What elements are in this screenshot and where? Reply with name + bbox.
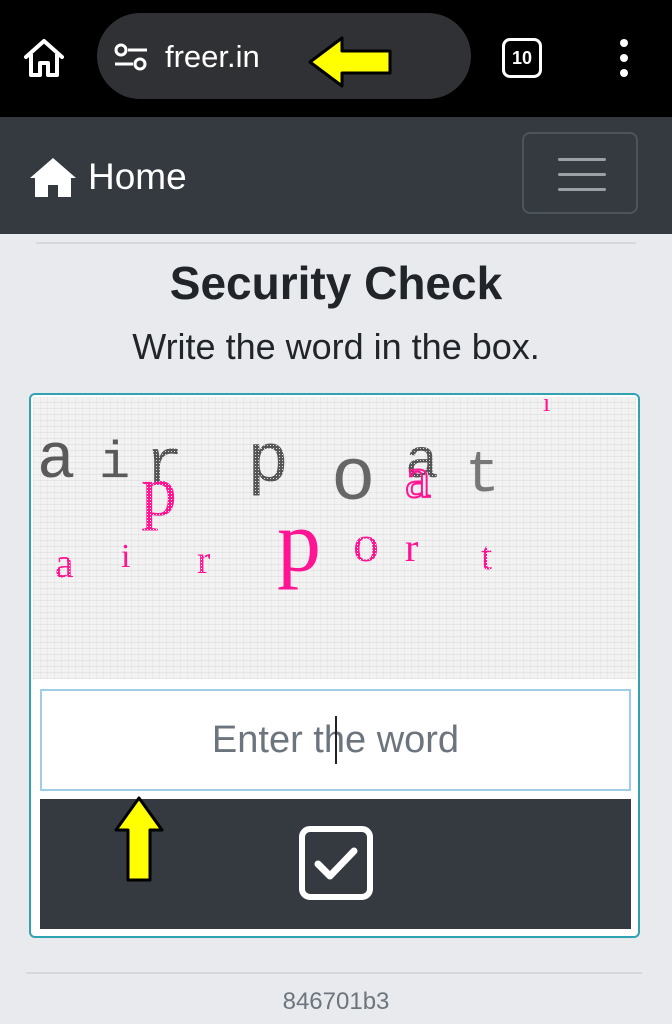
captcha-glyph-o: o bbox=[331, 438, 375, 522]
url-text: freer.in bbox=[165, 39, 260, 74]
captcha-glyph-p: p bbox=[247, 424, 289, 503]
tab-count: 10 bbox=[511, 48, 533, 68]
captcha-glyph-i-bottom: i bbox=[121, 538, 130, 575]
navbar-toggler-button[interactable] bbox=[522, 132, 638, 214]
arrow-icon bbox=[308, 36, 392, 88]
captcha-glyph-a-pink: a bbox=[405, 445, 431, 510]
page-title: Security Check bbox=[169, 257, 503, 309]
captcha-glyph-r2-bottom: r bbox=[405, 525, 418, 570]
arrow-icon bbox=[114, 796, 164, 882]
browser-home-button[interactable] bbox=[22, 36, 66, 80]
site-navbar: Home bbox=[0, 117, 672, 234]
captcha-image: a i r p o a t p a a i r p o r t ı bbox=[33, 395, 636, 679]
captcha-glyph-i: i bbox=[99, 434, 130, 493]
captcha-glyph-r-bottom: r bbox=[197, 537, 210, 582]
nav-home-label: Home bbox=[88, 156, 187, 197]
captcha-glyph-a: a bbox=[37, 425, 75, 497]
divider bbox=[36, 242, 636, 244]
nav-home-link[interactable]: Home bbox=[28, 153, 187, 201]
captcha-glyph-extra: ı bbox=[543, 397, 550, 417]
home-solid-icon bbox=[30, 158, 76, 197]
captcha-glyph-o-bottom: o bbox=[353, 516, 379, 573]
captcha-glyph-p-pink: p bbox=[141, 451, 177, 531]
captcha-glyph-p-bottom: p bbox=[277, 494, 321, 591]
captcha-glyph-t: t bbox=[465, 444, 500, 509]
tune-icon[interactable] bbox=[113, 43, 149, 71]
address-bar[interactable]: freer.in bbox=[97, 13, 471, 99]
browser-toolbar: freer.in 10 bbox=[0, 0, 672, 117]
captcha-glyph-a-bottom: a bbox=[55, 541, 74, 587]
tab-switcher-button[interactable]: 10 bbox=[502, 38, 542, 78]
captcha-glyph-t-bottom: t bbox=[481, 533, 492, 578]
kebab-menu-icon[interactable] bbox=[612, 36, 636, 80]
text-cursor bbox=[335, 716, 337, 764]
home-outline-icon bbox=[24, 39, 64, 77]
footer-code: 846701b3 bbox=[282, 988, 390, 1015]
divider bbox=[26, 972, 642, 974]
checkbox-checked-icon bbox=[299, 826, 373, 900]
page-subtitle: Write the word in the box. bbox=[132, 326, 540, 367]
